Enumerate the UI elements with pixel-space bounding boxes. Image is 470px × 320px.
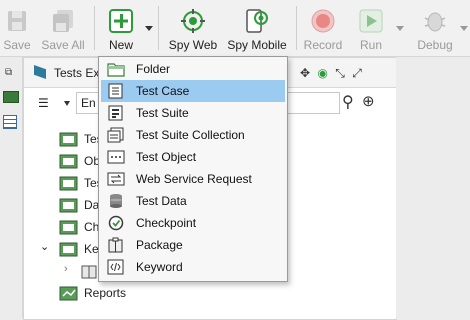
menu-item-keyword[interactable]: Keyword: [101, 256, 285, 278]
menu-item-test-case[interactable]: Test Case: [101, 80, 285, 102]
spy-web-icon: [180, 8, 206, 34]
keywords-folder-icon: [59, 241, 79, 257]
toolbar-separator: [296, 6, 297, 50]
package-icon: [80, 263, 100, 279]
reports-folder-icon: [59, 285, 79, 301]
menu-item-test-object[interactable]: Test Object: [101, 146, 285, 168]
restore-icon[interactable]: ⧉: [5, 67, 12, 78]
tree-row-reports[interactable]: Reports: [24, 282, 396, 304]
tests-explorer-icon[interactable]: [3, 91, 19, 103]
menu-item-checkpoint[interactable]: Checkpoint: [101, 212, 285, 234]
record-icon: [310, 8, 336, 34]
collapse-icon[interactable]: ⤡: [335, 66, 345, 80]
filter-dropdown-arrow-icon[interactable]: [64, 101, 70, 106]
keyword-icon: [107, 259, 125, 275]
checkpoint-icon: [107, 215, 125, 231]
run-label: Run: [359, 38, 382, 52]
new-plus-icon: [108, 8, 134, 34]
test-suites-folder-icon: [59, 175, 79, 191]
debug-bug-icon: [422, 8, 448, 34]
menu-item-package[interactable]: Package: [101, 234, 285, 256]
save-all-label: Save All: [41, 38, 85, 52]
menu-item-test-data[interactable]: Test Data: [101, 190, 285, 212]
test-object-icon: [107, 149, 125, 165]
table-view-icon[interactable]: [3, 115, 17, 129]
checkpoints-folder-icon: [59, 219, 79, 235]
menu-item-test-suite-collection[interactable]: Test Suite Collection: [101, 124, 285, 146]
expand-chevron-down-icon[interactable]: ⌄: [40, 240, 49, 253]
toolbar-separator: [94, 6, 95, 50]
spy-web-button[interactable]: Spy Web: [168, 0, 218, 56]
record-button[interactable]: Record: [303, 0, 343, 56]
test-suite-icon: [107, 105, 125, 121]
save-button[interactable]: Save: [2, 0, 32, 56]
test-case-icon: [107, 83, 125, 99]
run-button[interactable]: Run: [356, 0, 386, 56]
debug-label: Debug: [417, 38, 453, 52]
object-repository-folder-icon: [59, 153, 79, 169]
spy-mobile-icon: [244, 8, 270, 34]
run-play-icon: [358, 8, 384, 34]
expand-chevron-right-icon[interactable]: ›: [64, 263, 68, 275]
right-editor-area: [396, 57, 470, 318]
panel-toolbar-icons: ✥ ◉ ⤡ ⤢: [300, 66, 362, 81]
run-dropdown-arrow-icon[interactable]: [396, 26, 404, 31]
toolbar-separator: [158, 6, 159, 50]
spy-web-label: Spy Web: [168, 38, 218, 52]
package-icon: [107, 237, 125, 253]
folder-icon: [107, 61, 125, 77]
new-label: New: [108, 38, 133, 52]
refresh-icon[interactable]: ◉: [317, 66, 327, 80]
menu-item-folder[interactable]: Folder: [101, 58, 285, 80]
new-dropdown-menu: Folder Test Case Test Suite Test Suite C…: [98, 56, 288, 282]
left-side-strip: ⧉: [0, 57, 23, 318]
test-data-icon: [107, 193, 125, 209]
save-icon: [4, 8, 30, 34]
spy-mobile-label: Spy Mobile: [227, 38, 287, 52]
new-button[interactable]: New: [104, 0, 138, 56]
debug-button[interactable]: Debug: [414, 0, 456, 56]
tree-label: Ke: [84, 242, 99, 256]
data-files-folder-icon: [59, 197, 79, 213]
save-all-button[interactable]: Save All: [40, 0, 86, 56]
menu-item-test-suite[interactable]: Test Suite: [101, 102, 285, 124]
menu-item-web-service-request[interactable]: Web Service Request: [101, 168, 285, 190]
test-suite-collection-icon: [107, 127, 125, 143]
record-label: Record: [303, 38, 343, 52]
save-label: Save: [3, 38, 31, 52]
move-icon[interactable]: ✥: [300, 66, 310, 80]
search-input-value: En: [81, 96, 96, 110]
expand-icon[interactable]: ⤢: [352, 66, 362, 80]
advanced-search-icon[interactable]: ⊕: [362, 92, 375, 110]
main-toolbar: Save Save All New Spy Web Spy Mobile Rec…: [0, 0, 470, 57]
katalon-logo-icon: [34, 65, 46, 79]
filter-list-icon[interactable]: ☰: [38, 96, 49, 110]
save-all-icon: [50, 8, 76, 34]
web-service-request-icon: [107, 171, 125, 187]
test-cases-folder-icon: [59, 131, 79, 147]
new-dropdown-arrow-icon[interactable]: [145, 26, 153, 31]
debug-dropdown-arrow-icon[interactable]: [460, 26, 468, 31]
tree-label: Reports: [84, 286, 127, 300]
spy-mobile-button[interactable]: Spy Mobile: [226, 0, 288, 56]
search-icon[interactable]: ⚲: [342, 92, 354, 112]
